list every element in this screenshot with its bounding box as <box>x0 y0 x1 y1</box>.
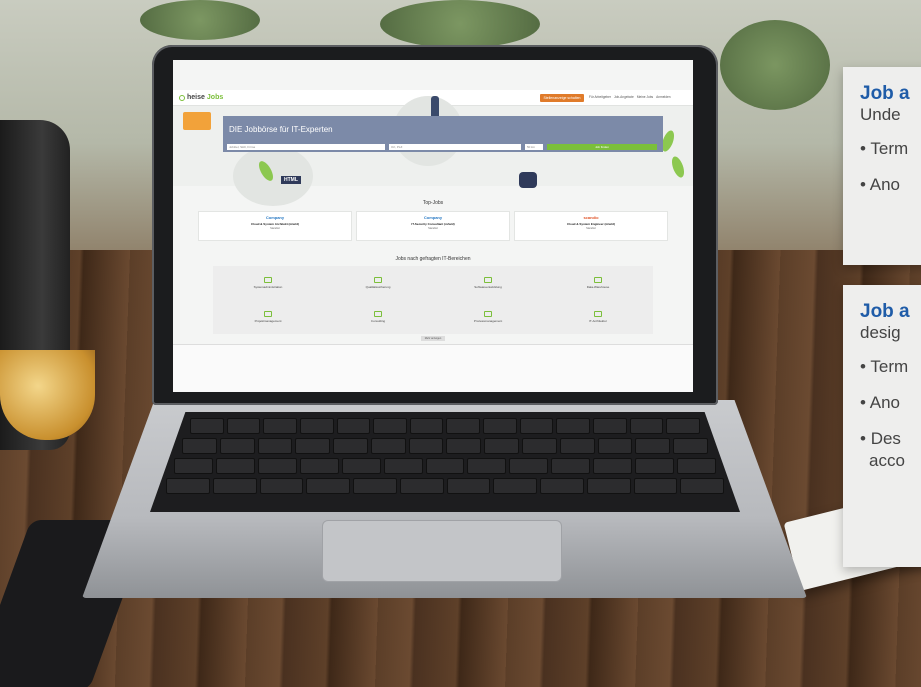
job-location: Standort <box>428 227 438 230</box>
hero-title: DIE Jobbörse für IT-Experten <box>229 125 333 134</box>
category-tile[interactable]: Data-Warehouse <box>543 266 653 300</box>
job-location: Standort <box>586 227 596 230</box>
post-job-button[interactable]: Stellenanzeige schalten <box>540 94 584 102</box>
logo-icon <box>179 94 185 101</box>
job-location: Standort <box>270 227 280 230</box>
category-tile[interactable]: Softwareentwicklung <box>433 266 543 300</box>
card-subtitle: Unde <box>860 105 901 124</box>
header-nav: Für Arbeitgeber Job-Angebote Meine Jobs … <box>589 95 671 99</box>
laptop-screen: heise Jobs Stellenanzeige schalten Für A… <box>173 60 693 392</box>
category-tile[interactable]: IT-Architektur <box>543 300 653 334</box>
categories-title: Jobs nach gefragten IT-Bereichen <box>395 256 471 262</box>
html-badge: HTML <box>281 176 301 184</box>
job-title: IT-Security Consultant (m/w/d) <box>411 222 455 226</box>
architecture-icon <box>594 311 602 317</box>
nav-link[interactable]: Für Arbeitgeber <box>589 95 611 99</box>
cloud-icon <box>594 277 602 283</box>
shield-icon <box>374 277 382 283</box>
company-logo: Company <box>265 215 285 220</box>
card-bullets: • Term • Ano • Des acco <box>860 356 921 472</box>
database-illustration <box>519 172 537 188</box>
category-tile[interactable]: Systemadministration <box>213 266 323 300</box>
search-input[interactable]: Jobtitel, Skill, Firma <box>227 144 385 150</box>
plant <box>140 0 260 40</box>
screen-footer <box>173 344 693 392</box>
category-tile[interactable]: Consulting <box>323 300 433 334</box>
pen-icon <box>264 311 272 317</box>
process-icon <box>484 311 492 317</box>
job-card[interactable]: Company IT-Security Consultant (m/w/d) S… <box>356 211 510 241</box>
job-title: Cloud & System Architekt (m/w/d) <box>250 222 300 226</box>
card-title: Job a <box>860 301 910 322</box>
category-tile[interactable]: Projektmanagement <box>213 300 323 334</box>
card-bullet-continuation: acco <box>869 451 905 470</box>
top-jobs-carousel: Company Cloud & System Architekt (m/w/d)… <box>198 211 668 241</box>
search-bar: Jobtitel, Skill, Firma Ort, PLZ 50 km Jo… <box>227 144 659 150</box>
card-bullets: • Term • Ano <box>860 138 921 196</box>
nav-link[interactable]: Meine Jobs <box>637 95 653 99</box>
top-jobs-title: Top-Jobs <box>422 200 444 206</box>
show-more-button[interactable]: Mehr anzeigen <box>421 336 445 341</box>
nav-link[interactable]: Anmelden <box>656 95 670 99</box>
server-icon <box>264 277 272 283</box>
tea-cup <box>0 350 95 440</box>
category-tile[interactable]: Prozessmanagement <box>433 300 543 334</box>
job-card[interactable]: Company Cloud & System Architekt (m/w/d)… <box>198 211 352 241</box>
card-bullet: • Term <box>860 357 909 376</box>
card-title: Job a <box>860 83 910 104</box>
job-card[interactable]: scandio Cloud & System Engineer (m/w/d) … <box>514 211 668 241</box>
search-button[interactable]: Job finden <box>547 144 657 150</box>
card-bullet: • Term <box>860 139 909 158</box>
radius-select[interactable]: 50 km <box>525 144 543 150</box>
card-bullet: • Ano <box>860 175 900 194</box>
category-tile[interactable]: Qualitätssicherung <box>323 266 433 300</box>
card-bullet: • Des acco <box>860 428 921 472</box>
site-logo[interactable]: heise Jobs <box>179 94 223 101</box>
nav-link[interactable]: Job-Angebote <box>614 95 634 99</box>
plant <box>720 20 830 110</box>
feature-card: Job a Unde • Term • Ano <box>843 67 921 265</box>
location-input[interactable]: Ort, PLZ <box>389 144 521 150</box>
plant <box>380 0 540 48</box>
company-logo: scandio <box>583 215 599 220</box>
card-bullet: • Ano <box>860 393 900 412</box>
code-icon <box>484 277 492 283</box>
company-logo: Company <box>423 215 443 220</box>
hero-illustration <box>183 112 211 130</box>
trackpad <box>322 520 562 582</box>
category-grid: Systemadministration Qualitätssicherung … <box>213 266 653 334</box>
feature-card: Job a desig • Term • Ano • Des acco <box>843 285 921 567</box>
card-subtitle: desig <box>860 323 901 342</box>
job-title: Cloud & System Engineer (m/w/d) <box>566 222 615 226</box>
keyboard <box>150 412 740 512</box>
people-icon <box>374 311 382 317</box>
